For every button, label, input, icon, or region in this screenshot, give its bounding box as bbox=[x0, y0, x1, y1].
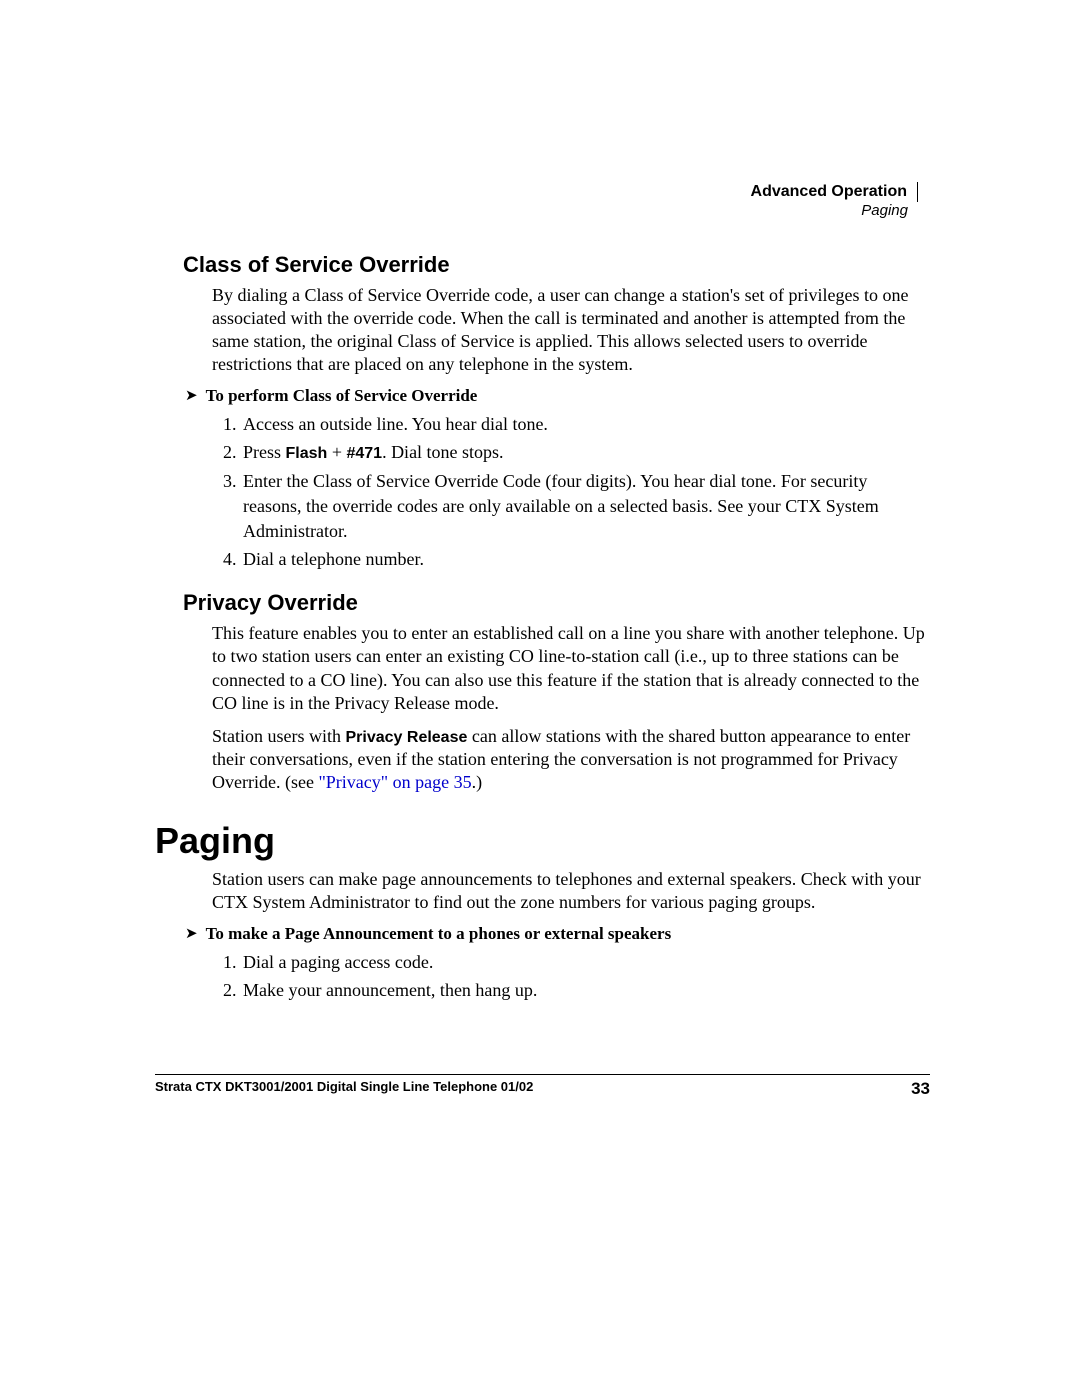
page-number: 33 bbox=[911, 1079, 930, 1099]
page: Advanced Operation Paging Class of Servi… bbox=[0, 0, 1080, 1397]
para-privacy-2: Station users with Privacy Release can a… bbox=[212, 725, 930, 795]
procedure-head-paging: ➤ To make a Page Announcement to a phones… bbox=[185, 924, 930, 944]
header-chapter: Advanced Operation bbox=[751, 182, 918, 202]
footer-text: Strata CTX DKT3001/2001 Digital Single L… bbox=[155, 1079, 533, 1094]
arrow-icon: ➤ bbox=[185, 386, 198, 405]
xref-privacy[interactable]: "Privacy" on page 35 bbox=[318, 772, 471, 792]
list-item: Dial a telephone number. bbox=[241, 547, 930, 572]
list-item: Make your announcement, then hang up. bbox=[241, 978, 930, 1003]
heading-cos: Class of Service Override bbox=[183, 252, 930, 278]
heading-privacy: Privacy Override bbox=[183, 590, 930, 616]
heading-paging: Paging bbox=[155, 820, 930, 862]
list-item: Access an outside line. You hear dial to… bbox=[241, 412, 930, 437]
arrow-icon: ➤ bbox=[185, 924, 198, 943]
header-section: Paging bbox=[751, 202, 918, 221]
procedure-title-cos: To perform Class of Service Override bbox=[206, 386, 478, 405]
key-flash: Flash bbox=[286, 445, 328, 462]
list-item: Press Flash + #471. Dial tone stops. bbox=[241, 440, 930, 465]
para-cos: By dialing a Class of Service Override c… bbox=[212, 284, 930, 376]
footer: Strata CTX DKT3001/2001 Digital Single L… bbox=[155, 1079, 930, 1099]
key-privacy-release: Privacy Release bbox=[346, 729, 468, 746]
code-471: #471 bbox=[346, 445, 382, 462]
para-paging: Station users can make page announcement… bbox=[212, 868, 930, 914]
list-item: Enter the Class of Service Override Code… bbox=[241, 469, 930, 545]
running-header: Advanced Operation Paging bbox=[751, 182, 918, 221]
procedure-title-paging: To make a Page Announcement to a phones … bbox=[206, 924, 672, 943]
footer-rule bbox=[155, 1074, 930, 1075]
content: Class of Service Override By dialing a C… bbox=[155, 252, 930, 1004]
para-privacy-1: This feature enables you to enter an est… bbox=[212, 622, 930, 714]
procedure-head-cos: ➤ To perform Class of Service Override bbox=[185, 386, 930, 406]
steps-cos: Access an outside line. You hear dial to… bbox=[215, 412, 930, 572]
steps-paging: Dial a paging access code. Make your ann… bbox=[215, 950, 930, 1003]
list-item: Dial a paging access code. bbox=[241, 950, 930, 975]
